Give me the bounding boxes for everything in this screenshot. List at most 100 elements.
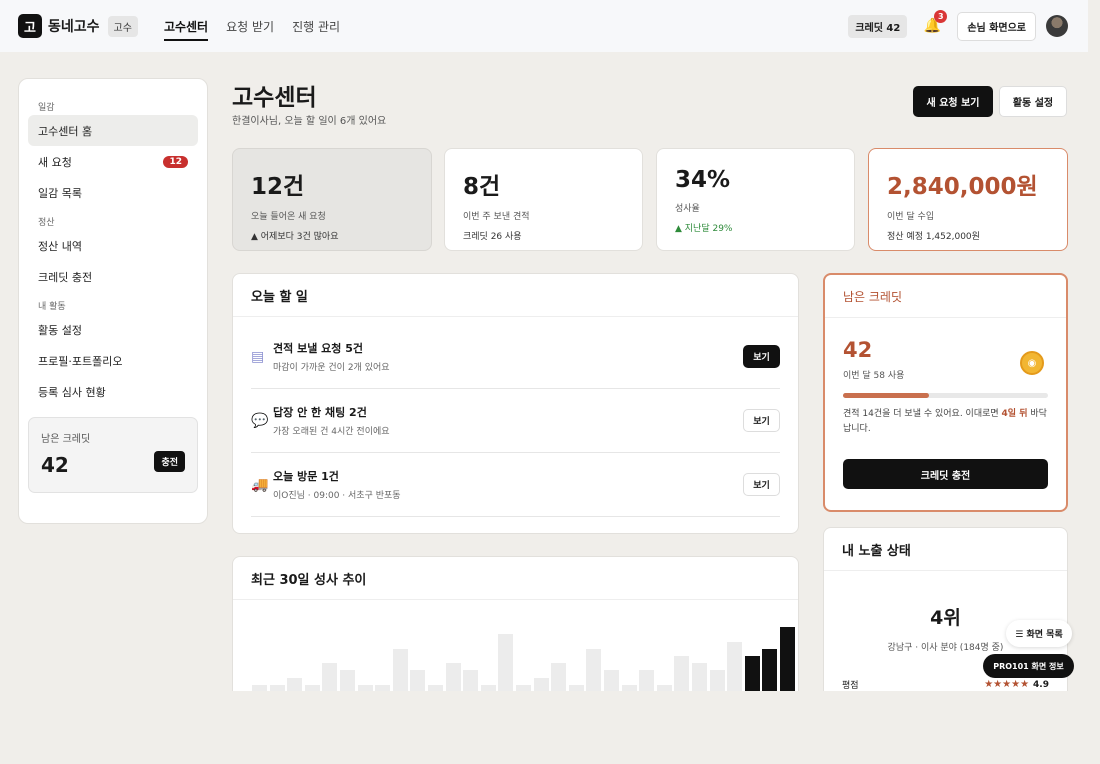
chart-bar: [480, 685, 496, 691]
chart-bar: [463, 670, 479, 691]
top-bar: 고 동네고수 고수 고수센터 요청 받기 진행 관리 크레딧 42 🔔 3 손님…: [0, 0, 1088, 52]
credit-pill[interactable]: 크레딧 42: [848, 14, 908, 38]
todo-item[interactable]: 🚚 오늘 방문 1건 이O진님 · 09:00 · 서초구 반포동 보기: [251, 453, 780, 517]
chart-bar: [674, 656, 690, 691]
sidebar-item-label: 새 요청: [38, 155, 72, 169]
credit-panel-title: 남은 크레딧: [825, 275, 1066, 318]
sidebar-item-home[interactable]: 고수센터 홈: [28, 115, 198, 146]
todo-title: 답장 안 한 채팅 2건: [273, 406, 367, 419]
page-subtitle: 한결이사님, 오늘 할 일이 6개 있어요: [232, 116, 387, 127]
sidebar-item-activity-settings[interactable]: 활동 설정: [28, 314, 198, 345]
stat-card-monthly-income[interactable]: 2,840,000원 이번 달 수입 정산 예정 1,452,000원: [868, 148, 1068, 251]
chart-bar: [568, 684, 584, 691]
stat-card-quotes-sent[interactable]: 8건 이번 주 보낸 견적 크레딧 26 사용: [444, 148, 643, 251]
trend-panel: 최근 30일 성사 추이: [232, 556, 799, 691]
stat-note: ▲ 어제보다 3건 많아요: [251, 232, 339, 242]
chart-bar: [727, 641, 743, 691]
screen-info-button[interactable]: PRO101 화면 정보: [983, 654, 1074, 678]
chart-bar: [375, 684, 391, 691]
sidebar-item-label: 등록 심사 현황: [38, 385, 106, 399]
sidebar-section-title: 일감: [38, 103, 55, 113]
role-badge: 고수: [107, 15, 138, 37]
brand-name[interactable]: 동네고수: [48, 16, 100, 36]
stat-label: 오늘 들어온 새 요청: [251, 212, 326, 222]
rating-score: 4.9: [1033, 679, 1049, 690]
stat-value: 2,840,000원: [887, 174, 1038, 200]
coin-icon: ◉: [1020, 351, 1044, 375]
chart-bar: [586, 648, 602, 691]
star-rating-icon: ★★★★★: [984, 679, 1030, 690]
chart-bar: [744, 656, 760, 691]
sidebar-item-label: 일감 목록: [38, 186, 82, 200]
page-title: 고수센터: [232, 85, 317, 111]
credit-forecast-days: 4일 뒤: [1001, 409, 1028, 419]
chart-bar: [656, 685, 672, 691]
rating-row: 평점 ★★★★★ 4.9: [824, 678, 1067, 691]
main-nav: 고수센터 요청 받기 진행 관리: [163, 0, 340, 52]
sidebar-item-settlement[interactable]: 정산 내역: [28, 230, 198, 261]
todo-title: 오늘 방문 1건: [273, 470, 339, 483]
todo-item[interactable]: 💬 답장 안 한 채팅 2건 가장 오래된 건 4시간 전이에요 보기: [251, 389, 780, 453]
todo-view-button[interactable]: 보기: [743, 345, 780, 368]
chart-bar: [410, 670, 426, 691]
nav-pro-center[interactable]: 고수센터: [163, 0, 209, 52]
todo-subtitle: 이O진님 · 09:00 · 서초구 반포동: [273, 491, 401, 501]
nav-receive-requests[interactable]: 요청 받기: [226, 0, 274, 52]
stat-note: 크레딧 26 사용: [463, 232, 522, 242]
truck-icon: 🚚: [251, 476, 269, 493]
sidebar-item-profile[interactable]: 프로필·포트폴리오: [28, 345, 198, 376]
sidebar-item-credit-charge[interactable]: 크레딧 충전: [28, 261, 198, 292]
chart-bar: [252, 684, 267, 691]
screen-list-button[interactable]: ☰ 화면 목록: [1006, 620, 1072, 647]
notification-button[interactable]: 🔔 3: [921, 10, 948, 37]
stat-card-success-rate[interactable]: 34% 성사율 ▲ 지난달 29%: [656, 148, 855, 251]
sidebar-item-label: 고수센터 홈: [38, 124, 93, 138]
sidebar: 일감 고수센터 홈 새 요청 12 일감 목록 정산 정산 내역 크레딧 충전 내…: [18, 78, 208, 524]
sidebar-item-job-list[interactable]: 일감 목록: [28, 177, 198, 208]
credit-value: 42: [843, 338, 873, 362]
view-new-requests-button[interactable]: 새 요청 보기: [913, 86, 993, 117]
stat-value: 34%: [675, 167, 731, 193]
sidebar-item-label: 크레딧 충전: [38, 270, 93, 284]
chart-bar: [340, 670, 355, 691]
stat-label: 이번 주 보낸 견적: [463, 212, 530, 222]
stat-card-new-requests[interactable]: 12건 오늘 들어온 새 요청 ▲ 어제보다 3건 많아요: [232, 148, 432, 251]
sidebar-credit-box: 남은 크레딧 42 충전: [28, 417, 198, 493]
credit-usage-text: 이번 달 58 사용: [843, 371, 905, 381]
stat-note: 정산 예정 1,452,000원: [887, 232, 980, 242]
sidebar-item-label: 활동 설정: [38, 323, 82, 337]
chart-bar: [516, 684, 531, 691]
todo-view-button[interactable]: 보기: [743, 409, 780, 432]
chart-bar: [639, 670, 655, 691]
sidebar-item-review-status[interactable]: 등록 심사 현황: [28, 376, 198, 407]
chart-bar: [357, 685, 373, 691]
credit-panel: 남은 크레딧 42 이번 달 58 사용 ◉ 견적 14건을 더 보낼 수 있어…: [823, 273, 1068, 512]
trend-bar-chart: [233, 600, 798, 691]
chart-bar: [445, 663, 461, 691]
stat-label: 성사율: [675, 204, 700, 214]
notification-badge: 3: [934, 10, 948, 23]
avatar[interactable]: [1046, 15, 1068, 37]
chart-bar: [551, 663, 567, 691]
sidebar-section-title: 내 활동: [38, 302, 66, 312]
todo-panel: 오늘 할 일 ▤ 견적 보낼 요청 5건 마감이 가까운 건이 2개 있어요 보…: [232, 273, 799, 534]
sidebar-item-label: 프로필·포트폴리오: [38, 354, 123, 368]
top-right-group: 크레딧 42 🔔 3 손님 화면으로: [848, 10, 1068, 41]
chart-bar: [621, 684, 637, 691]
credit-progress-bar: [843, 393, 1048, 398]
guest-view-button[interactable]: 손님 화면으로: [957, 11, 1036, 41]
sidebar-item-label: 정산 내역: [38, 239, 82, 253]
sidebar-item-new-requests[interactable]: 새 요청 12: [28, 146, 198, 177]
credit-forecast-note: 견적 14건을 더 보낼 수 있어요. 이대로면 4일 뒤 바닥납니다.: [843, 409, 1047, 434]
todo-item[interactable]: ▤ 견적 보낼 요청 5건 마감이 가까운 건이 2개 있어요 보기: [251, 325, 780, 389]
stat-label: 이번 달 수입: [887, 212, 935, 222]
todo-list: ▤ 견적 보낼 요청 5건 마감이 가까운 건이 2개 있어요 보기 💬 답장 …: [233, 317, 798, 517]
nav-progress[interactable]: 진행 관리: [292, 0, 340, 52]
credit-charge-button[interactable]: 크레딧 충전: [843, 459, 1048, 489]
activity-settings-button[interactable]: 활동 설정: [999, 86, 1067, 117]
sidebar-charge-button[interactable]: 충전: [154, 451, 185, 472]
logo-icon[interactable]: 고: [18, 14, 42, 38]
stat-value: 8건: [463, 174, 501, 200]
chart-bar: [604, 670, 619, 691]
todo-view-button[interactable]: 보기: [743, 473, 780, 496]
